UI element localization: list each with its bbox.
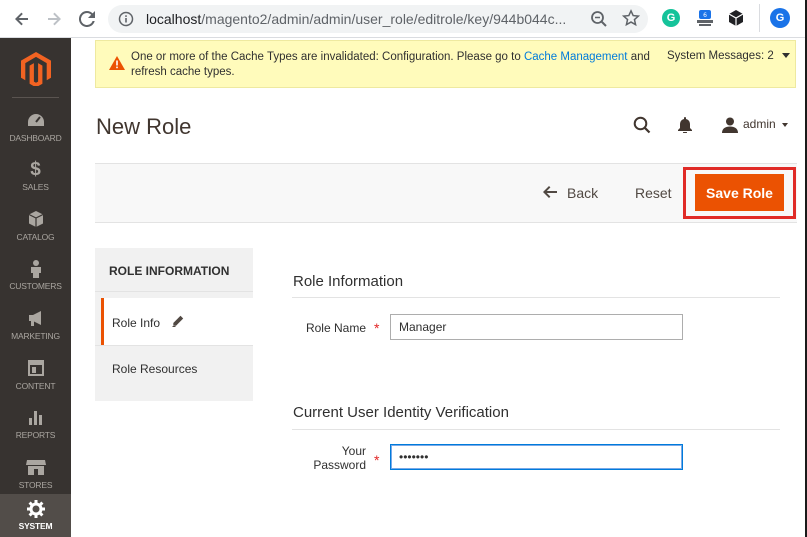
star-icon[interactable]	[621, 9, 641, 30]
admin-username: admin	[743, 117, 776, 131]
tab-role-resources[interactable]: Role Resources	[112, 362, 197, 376]
section-divider	[292, 429, 780, 430]
required-asterisk: *	[374, 320, 380, 336]
url-path: /magento2/admin/admin/user_role/editrole…	[201, 11, 567, 27]
section-title-role-information: Role Information	[293, 273, 404, 290]
password-label-line1: Your	[341, 444, 366, 458]
search-icon[interactable]	[632, 115, 652, 135]
tab-role-info-label[interactable]: Role Info	[112, 316, 160, 330]
user-avatar-icon[interactable]	[720, 115, 740, 135]
forward-arrow-icon[interactable]	[44, 9, 64, 29]
back-arrow-icon[interactable]	[12, 9, 32, 29]
extension-icon[interactable]: 6	[695, 8, 715, 31]
sidebar-item-label: MARKETING	[11, 331, 60, 341]
sidebar-item-dashboard[interactable]: DASHBOARD	[0, 106, 71, 156]
dropdown-triangle-icon	[781, 122, 788, 127]
layout-icon	[0, 360, 71, 378]
cache-management-link[interactable]: Cache Management	[524, 51, 628, 63]
save-role-button[interactable]: Save Role	[695, 174, 784, 211]
profile-initial: G	[775, 12, 785, 24]
back-button[interactable]: Back	[567, 185, 598, 201]
sidebar-item-label: REPORTS	[15, 430, 56, 440]
system-messages-toggle[interactable]: System Messages: 2	[667, 50, 790, 62]
sidebar-item-sales[interactable]: $ SALES	[0, 155, 71, 205]
url-text[interactable]: localhost/magento2/admin/admin/user_role…	[146, 11, 566, 27]
page-title: New Role	[96, 114, 192, 139]
sidebar-divider	[12, 97, 59, 98]
storefront-icon	[0, 459, 71, 477]
sidebar-item-label: CONTENT	[15, 381, 56, 391]
section-divider	[292, 297, 780, 298]
tab-divider	[95, 345, 253, 346]
reload-icon[interactable]	[77, 9, 97, 29]
password-label-line2: Password	[313, 458, 366, 472]
sidebar-item-catalog[interactable]: CATALOG	[0, 205, 71, 255]
box-icon	[0, 211, 71, 229]
cube-extension-icon[interactable]	[727, 9, 745, 30]
sidebar-item-label: SYSTEM	[18, 521, 53, 531]
section-title-identity-verification: Current User Identity Verification	[293, 404, 509, 421]
sidebar-item-label: CUSTOMERS	[9, 281, 62, 291]
role-name-label: Role Name	[305, 321, 366, 335]
cache-message: One or more of the Cache Types are inval…	[131, 50, 666, 80]
sidebar-item-content[interactable]: CONTENT	[0, 354, 71, 404]
sidebar-item-marketing[interactable]: MARKETING	[0, 304, 71, 354]
admin-user-menu[interactable]: admin	[743, 117, 788, 131]
back-arrow-icon[interactable]	[543, 186, 557, 201]
sidebar-item-system[interactable]: SYSTEM	[0, 494, 71, 537]
person-icon	[0, 260, 71, 278]
gear-icon	[0, 500, 71, 518]
info-icon[interactable]	[118, 11, 134, 27]
magento-logo-icon[interactable]	[21, 52, 51, 89]
warning-icon	[109, 56, 125, 73]
dropdown-triangle-icon	[781, 53, 790, 59]
sidebar-item-label: DASHBOARD	[9, 133, 62, 143]
sidebar-item-customers[interactable]: CUSTOMERS	[0, 254, 71, 304]
message-text-before: One or more of the Cache Types are inval…	[131, 51, 524, 63]
required-asterisk: *	[374, 452, 380, 468]
reset-button[interactable]: Reset	[635, 185, 672, 201]
dashboard-icon	[0, 112, 71, 130]
pencil-icon	[172, 315, 184, 330]
notification-bell-icon[interactable]	[675, 115, 695, 135]
bar-chart-icon	[0, 409, 71, 427]
role-name-input[interactable]	[390, 314, 683, 340]
megaphone-icon	[0, 310, 71, 328]
system-messages-count: System Messages: 2	[667, 50, 774, 62]
grammarly-icon[interactable]: G	[662, 9, 680, 27]
profile-icon[interactable]: G	[770, 8, 790, 28]
url-host: localhost	[146, 11, 202, 27]
sidebar-item-reports[interactable]: REPORTS	[0, 403, 71, 453]
svg-text:6: 6	[703, 12, 707, 19]
sidebar-item-label: STORES	[18, 480, 53, 490]
toolbar-divider	[759, 4, 760, 32]
zoom-icon[interactable]	[590, 10, 608, 31]
password-input[interactable]	[390, 444, 683, 470]
sidebar-item-label: SALES	[22, 182, 49, 192]
password-label: Your Password	[280, 444, 366, 472]
sidebar-item-label: CATALOG	[16, 232, 55, 242]
dollar-icon: $	[30, 159, 41, 180]
tabs-title: ROLE INFORMATION	[109, 264, 230, 278]
